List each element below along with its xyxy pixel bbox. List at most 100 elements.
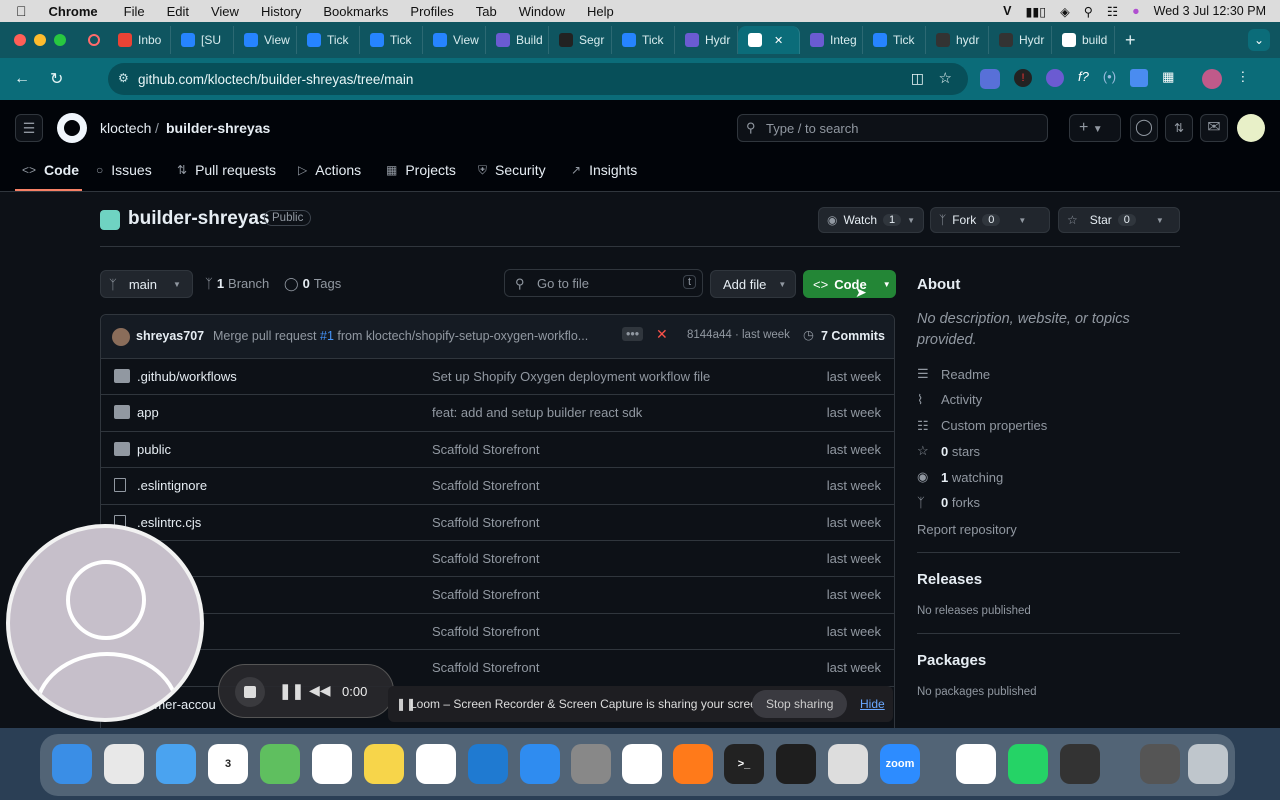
file-name[interactable]: .eslintignore: [137, 478, 207, 493]
file-row[interactable]: reScaffold Storefrontlast week: [100, 540, 895, 576]
file-commit-message[interactable]: Scaffold Storefront: [432, 587, 539, 602]
about-activity-link[interactable]: ⌇ Activity: [917, 392, 982, 408]
menu-button[interactable]: ☰: [15, 114, 43, 142]
file-commit-message[interactable]: Scaffold Storefront: [432, 442, 539, 457]
file-name[interactable]: app: [137, 405, 159, 420]
file-commit-message[interactable]: feat: add and setup builder react sdk: [432, 405, 642, 420]
browser-tab[interactable]: Hydr: [989, 26, 1052, 54]
reload-icon[interactable]: ↻: [50, 69, 63, 89]
extension-icon-3[interactable]: [1046, 69, 1064, 87]
menu-bookmarks[interactable]: Bookmarks: [323, 4, 388, 19]
report-repository-link[interactable]: Report repository: [917, 522, 1017, 537]
file-date[interactable]: last week: [827, 369, 881, 384]
breadcrumb-repo[interactable]: builder-shreyas: [166, 120, 270, 136]
about-readme-link[interactable]: ☰ Readme: [917, 366, 990, 382]
browser-tab[interactable]: Hydr: [675, 26, 738, 54]
commit-message-end[interactable]: from kloctech/shopify-setup-oxygen-workf…: [334, 329, 588, 343]
system-settings-icon[interactable]: [571, 744, 611, 784]
commit-author[interactable]: shreyas707: [136, 329, 204, 343]
browser-tab[interactable]: Tick: [360, 26, 423, 54]
back-icon[interactable]: ←: [14, 70, 30, 88]
commits-link[interactable]: 7 Commits: [821, 329, 885, 343]
file-row[interactable]: .eslintignore Scaffold Storefront last wee…: [100, 467, 895, 503]
vscode-icon[interactable]: [468, 744, 508, 784]
file-commit-message[interactable]: Scaffold Storefront: [432, 660, 539, 675]
restart-icon[interactable]: ◀◀: [309, 682, 331, 699]
commit-message-start[interactable]: Merge pull request: [213, 329, 320, 343]
file-commit-message[interactable]: Scaffold Storefront: [432, 478, 539, 493]
file-commit-message[interactable]: Set up Shopify Oxygen deployment workflo…: [432, 369, 710, 384]
check-failed-icon[interactable]: ✕: [656, 326, 668, 343]
hide-banner-button[interactable]: Hide: [860, 697, 885, 711]
browser-tab[interactable]: Inbo: [108, 26, 171, 54]
browser-tab[interactable]: Tick: [863, 26, 926, 54]
address-bar[interactable]: ⚙ github.com/kloctech/builder-shreyas/tr…: [108, 63, 968, 95]
pull-requests-button[interactable]: ⇅: [1165, 114, 1193, 142]
install-icon[interactable]: ◫: [911, 70, 924, 87]
close-tab-icon[interactable]: ✕: [774, 34, 783, 47]
file-commit-message[interactable]: Scaffold Storefront: [432, 551, 539, 566]
github-logo-icon[interactable]: [57, 113, 87, 143]
url-text[interactable]: github.com/kloctech/builder-shreyas/tree…: [138, 72, 413, 87]
issues-button[interactable]: ◯: [1130, 114, 1158, 142]
tab-issues[interactable]: ○ Issues: [96, 162, 152, 178]
apple-icon[interactable]: : [16, 3, 27, 19]
browser-tab[interactable]: Build: [486, 26, 549, 54]
file-name[interactable]: .eslintrc.cjs: [137, 515, 201, 530]
new-tab-button[interactable]: +: [1125, 30, 1136, 51]
tab-actions[interactable]: ▷ Actions: [298, 162, 361, 178]
branch-select[interactable]: ᛉ main ▼: [100, 270, 193, 298]
file-date[interactable]: last week: [827, 660, 881, 675]
releases-heading[interactable]: Releases: [917, 571, 982, 588]
file-date[interactable]: last week: [827, 515, 881, 530]
launchpad-icon[interactable]: [104, 744, 144, 784]
app-store-icon[interactable]: [520, 744, 560, 784]
maps-icon[interactable]: [260, 744, 300, 784]
chrome-icon[interactable]: [956, 744, 996, 784]
zoom-window-button[interactable]: [54, 34, 66, 46]
search-icon[interactable]: ⚲: [1084, 4, 1093, 19]
pause-icon[interactable]: ❚❚: [279, 682, 304, 700]
reminders-icon[interactable]: [312, 744, 352, 784]
zoom-icon[interactable]: zoom: [880, 744, 920, 784]
site-info-icon[interactable]: ⚙: [118, 71, 129, 85]
window-icon[interactable]: [1140, 744, 1180, 784]
browser-tab[interactable]: hydr: [926, 26, 989, 54]
global-search-input[interactable]: ⚲ Type / to search: [737, 114, 1048, 142]
file-date[interactable]: last week: [827, 478, 881, 493]
file-name[interactable]: .github/workflows: [137, 369, 237, 384]
file-row[interactable]: .github/workflows Set up Shopify Oxygen d…: [100, 358, 895, 394]
bookmark-star-icon[interactable]: ☆: [939, 69, 952, 87]
menu-help[interactable]: Help: [587, 4, 614, 19]
repo-title[interactable]: builder-shreyas: [128, 208, 270, 230]
menu-app-name[interactable]: Chrome: [49, 4, 98, 19]
menu-file[interactable]: File: [124, 4, 145, 19]
finder-icon[interactable]: [52, 744, 92, 784]
browser-tab[interactable]: build: [1052, 26, 1115, 54]
breadcrumb-owner[interactable]: kloctech: [100, 120, 151, 136]
calendar-icon[interactable]: 3: [208, 744, 248, 784]
clock[interactable]: Wed 3 Jul 12:30 PM: [1154, 4, 1266, 18]
browser-tab[interactable]: Tick: [612, 26, 675, 54]
user-avatar[interactable]: [1237, 114, 1265, 142]
slack-icon[interactable]: [622, 744, 662, 784]
file-date[interactable]: last week: [827, 587, 881, 602]
menu-history[interactable]: History: [261, 4, 301, 19]
browser-tab[interactable]: ✕: [738, 26, 800, 54]
about-watching-link[interactable]: ◉ 1 watching: [917, 469, 1003, 485]
close-window-button[interactable]: [14, 34, 26, 46]
file-row[interactable]: app feat: add and setup builder react sdk…: [100, 394, 895, 430]
tab-code[interactable]: <> Code: [22, 162, 79, 178]
menu-edit[interactable]: Edit: [167, 4, 189, 19]
star-button[interactable]: ☆ Star 0 ▼: [1058, 207, 1180, 233]
packages-heading[interactable]: Packages: [917, 652, 986, 669]
file-row[interactable]: G.mdScaffold Storefrontlast week: [100, 612, 895, 649]
loom-camera-bubble[interactable]: [6, 524, 204, 722]
notes-icon[interactable]: [364, 744, 404, 784]
tab-projects[interactable]: ▦ Projects: [386, 162, 456, 178]
translate-icon[interactable]: [1130, 69, 1149, 87]
trash-icon[interactable]: [1188, 744, 1228, 784]
expand-commit-icon[interactable]: •••: [622, 327, 644, 341]
file-name[interactable]: public: [137, 442, 171, 457]
terminal-icon[interactable]: >_: [724, 744, 764, 784]
